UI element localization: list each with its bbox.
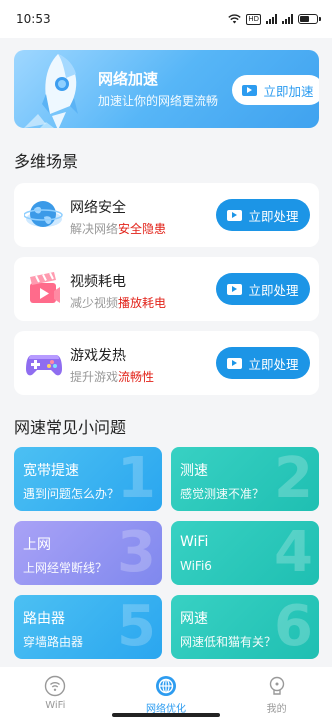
- play-icon: [227, 357, 243, 369]
- home-indicator[interactable]: [112, 713, 220, 717]
- tile-title: WiFi: [180, 534, 209, 550]
- tile-number: 2: [274, 447, 313, 511]
- tile-title: 网速: [180, 611, 208, 627]
- tile-subtitle: 上网经常断线？: [23, 561, 108, 575]
- hd-badge: HD: [246, 13, 261, 25]
- tile-title: 路由器: [23, 611, 65, 627]
- scene-title: 游戏发热: [70, 348, 126, 364]
- tile-subtitle: 感觉测速不准？: [180, 487, 265, 501]
- tab-label: WiFi: [45, 700, 66, 711]
- accelerate-banner[interactable]: 网络加速 加速让你的网络更流畅 立即加速: [14, 50, 319, 128]
- tile-number: 6: [274, 595, 313, 659]
- tab-profile[interactable]: 我的: [237, 675, 317, 715]
- status-bar: 10:53 HD: [0, 0, 332, 38]
- gamepad-icon: [26, 355, 62, 376]
- scene-desc: 提升游戏流畅性: [70, 370, 155, 384]
- handle-now-label: 立即处理: [248, 282, 299, 298]
- tile-number: 3: [117, 521, 156, 585]
- faq-tile-netspeed[interactable]: 6 网速 网速低和猫有关？: [171, 595, 319, 659]
- scene-card-network-security[interactable]: 网络安全 解决网络安全隐患 立即处理: [14, 183, 319, 247]
- network-optimize-icon: [155, 676, 176, 696]
- faq-tile-broadband[interactable]: 1 宽带提速 遇到问题怎么办？: [14, 447, 162, 511]
- scene-card-game-heat[interactable]: 游戏发热 提升游戏流畅性 立即处理: [14, 331, 319, 395]
- scene-title: 视频耗电: [70, 274, 126, 290]
- scenes-section-title: 多维场景: [14, 152, 79, 171]
- tile-title: 宽带提速: [23, 463, 79, 479]
- accelerate-now-label: 立即加速: [263, 83, 314, 99]
- faq-tile-online[interactable]: 3 上网 上网经常断线？: [14, 521, 162, 585]
- scene-desc: 解决网络安全隐患: [70, 222, 167, 236]
- handle-now-button[interactable]: 立即处理: [216, 273, 310, 305]
- tile-subtitle: 网速低和猫有关？: [180, 635, 277, 649]
- signal-2-icon: [282, 14, 293, 24]
- handle-now-label: 立即处理: [248, 356, 299, 372]
- scene-desc: 减少视频播放耗电: [70, 296, 167, 310]
- faq-tile-router[interactable]: 5 路由器 穿墙路由器: [14, 595, 162, 659]
- tile-number: 5: [117, 595, 156, 659]
- status-time: 10:53: [16, 12, 51, 26]
- video-clapper-icon: [30, 272, 60, 303]
- battery-icon: [298, 14, 321, 24]
- tile-title: 上网: [23, 537, 51, 553]
- tile-number: 1: [117, 447, 156, 511]
- handle-now-button[interactable]: 立即处理: [216, 347, 310, 379]
- tile-subtitle: 遇到问题怎么办？: [23, 487, 120, 501]
- faq-section-title: 网速常见小问题: [14, 418, 127, 437]
- globe-shield-icon: [24, 201, 63, 227]
- accelerate-now-button[interactable]: 立即加速: [232, 75, 319, 105]
- tile-title: 测速: [180, 463, 208, 479]
- wifi-icon: [45, 675, 66, 697]
- tile-subtitle: WiFi6: [180, 559, 212, 573]
- banner-subtitle: 加速让你的网络更流畅: [98, 94, 219, 108]
- play-icon: [227, 209, 243, 221]
- status-icons: HD: [228, 13, 321, 25]
- wifi-status-icon: [228, 14, 242, 24]
- signal-1-icon: [266, 14, 277, 24]
- tab-label: 我的: [266, 704, 287, 715]
- handle-now-button[interactable]: 立即处理: [216, 199, 310, 231]
- handle-now-label: 立即处理: [248, 208, 299, 224]
- tab-network-optimize[interactable]: 网络优化: [126, 675, 206, 715]
- scene-card-video-power[interactable]: 视频耗电 减少视频播放耗电 立即处理: [14, 257, 319, 321]
- rocket-icon: [24, 54, 78, 128]
- tile-number: 4: [274, 521, 313, 585]
- profile-icon: [269, 676, 284, 695]
- faq-tile-wifi[interactable]: 4 WiFi WiFi6: [171, 521, 319, 585]
- play-icon: [227, 283, 243, 295]
- tile-subtitle: 穿墙路由器: [23, 635, 84, 649]
- faq-tile-speedtest[interactable]: 2 测速 感觉测速不准？: [171, 447, 319, 511]
- tab-wifi[interactable]: WiFi: [15, 675, 95, 711]
- banner-title: 网络加速: [98, 70, 159, 88]
- play-icon: [242, 84, 258, 96]
- scene-title: 网络安全: [70, 200, 126, 216]
- bottom-tab-bar: WiFi 网络优化 我的: [0, 667, 332, 719]
